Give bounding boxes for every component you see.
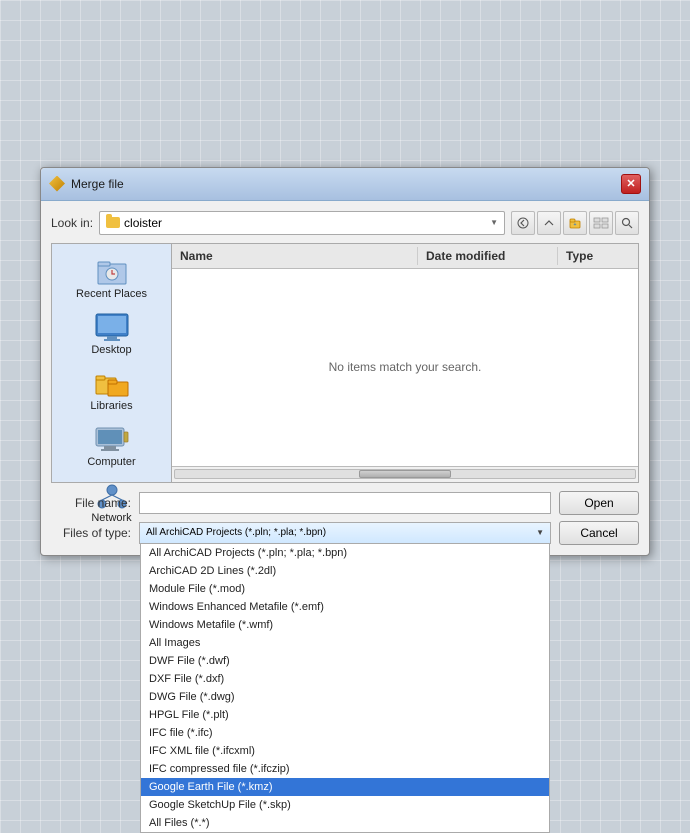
bottom-row: File name: Open Files of type: All Archi…	[51, 491, 639, 545]
file-panel: Name Date modified Type No items match y…	[172, 244, 638, 482]
svg-text:+: +	[574, 222, 577, 228]
sidebar-label-recent: Recent Places	[76, 288, 147, 300]
dropdown-option-3[interactable]: Windows Enhanced Metafile (*.emf)	[141, 598, 549, 616]
file-content-empty: No items match your search.	[172, 269, 638, 466]
scrollbar-track[interactable]	[174, 469, 636, 479]
file-name-row: File name: Open	[51, 491, 639, 515]
close-button[interactable]: ✕	[621, 174, 641, 194]
dropdown-option-7[interactable]: DXF File (*.dxf)	[141, 670, 549, 688]
look-in-dropdown[interactable]: cloister ▼	[99, 211, 505, 235]
dropdown-option-8[interactable]: DWG File (*.dwg)	[141, 688, 549, 706]
dropdown-option-6[interactable]: DWF File (*.dwf)	[141, 652, 549, 670]
empty-message: No items match your search.	[329, 360, 482, 374]
look-in-label: Look in:	[51, 216, 93, 230]
file-header: Name Date modified Type	[172, 244, 638, 269]
files-of-type-row: Files of type: All ArchiCAD Projects (*.…	[51, 521, 639, 545]
dropdown-option-14[interactable]: Google SketchUp File (*.skp)	[141, 796, 549, 814]
dialog-body: Look in: cloister ▼ +	[41, 201, 649, 555]
dropdown-option-0[interactable]: All ArchiCAD Projects (*.pln; *.pla; *.b…	[141, 544, 549, 562]
look-in-value: cloister	[124, 216, 486, 230]
desktop-icon	[94, 312, 130, 342]
files-of-type-value: All ArchiCAD Projects (*.pln; *.pla; *.b…	[146, 527, 326, 538]
file-name-label: File name:	[51, 496, 131, 510]
dialog-title: Merge file	[71, 177, 124, 191]
sidebar-item-libraries[interactable]: Libraries	[56, 364, 167, 416]
sidebar-item-recent-places[interactable]: Recent Places	[56, 252, 167, 304]
dropdown-option-1[interactable]: ArchiCAD 2D Lines (*.2dl)	[141, 562, 549, 580]
file-name-input[interactable]	[139, 492, 551, 514]
dropdown-option-10[interactable]: IFC file (*.ifc)	[141, 724, 549, 742]
open-button[interactable]: Open	[559, 491, 639, 515]
sidebar: Recent Places Desktop	[52, 244, 172, 482]
dropdown-option-2[interactable]: Module File (*.mod)	[141, 580, 549, 598]
chevron-down-icon: ▼	[536, 528, 544, 537]
look-in-row: Look in: cloister ▼ +	[51, 211, 639, 235]
files-of-type-menu: All ArchiCAD Projects (*.pln; *.pla; *.b…	[140, 543, 550, 833]
search-button[interactable]	[615, 211, 639, 235]
sidebar-label-computer: Computer	[87, 456, 135, 468]
scrollbar-area[interactable]	[172, 466, 638, 482]
col-type-header: Type	[558, 247, 638, 265]
sidebar-label-libraries: Libraries	[90, 400, 132, 412]
main-area: Recent Places Desktop	[51, 243, 639, 483]
cancel-button[interactable]: Cancel	[559, 521, 639, 545]
new-folder-button[interactable]: +	[563, 211, 587, 235]
col-date-header: Date modified	[418, 247, 558, 265]
dropdown-option-4[interactable]: Windows Metafile (*.wmf)	[141, 616, 549, 634]
dialog-icon	[49, 176, 65, 192]
recent-places-icon	[94, 256, 130, 286]
view-button[interactable]	[589, 211, 613, 235]
dropdown-option-11[interactable]: IFC XML file (*.ifcxml)	[141, 742, 549, 760]
files-of-type-label: Files of type:	[51, 526, 131, 540]
dropdown-option-15[interactable]: All Files (*.*)	[141, 814, 549, 832]
dropdown-option-13[interactable]: Google Earth File (*.kmz)	[141, 778, 549, 796]
sidebar-item-computer[interactable]: Computer	[56, 420, 167, 472]
scrollbar-thumb[interactable]	[359, 470, 451, 478]
folder-icon	[106, 217, 120, 228]
dropdown-option-9[interactable]: HPGL File (*.plt)	[141, 706, 549, 724]
sidebar-label-desktop: Desktop	[91, 344, 131, 356]
up-button[interactable]	[537, 211, 561, 235]
back-button[interactable]	[511, 211, 535, 235]
merge-file-dialog: Merge file ✕ Look in: cloister ▼ +	[40, 167, 650, 556]
files-of-type-dropdown[interactable]: All ArchiCAD Projects (*.pln; *.pla; *.b…	[139, 522, 551, 544]
toolbar-buttons: +	[511, 211, 639, 235]
dropdown-option-5[interactable]: All Images	[141, 634, 549, 652]
col-name-header: Name	[172, 247, 418, 265]
dropdown-option-12[interactable]: IFC compressed file (*.ifczip)	[141, 760, 549, 778]
chevron-down-icon: ▼	[490, 218, 498, 227]
libraries-icon	[94, 368, 130, 398]
computer-icon	[94, 424, 130, 454]
form-section: File name: Open Files of type: All Archi…	[51, 491, 639, 545]
title-bar: Merge file ✕	[41, 168, 649, 201]
sidebar-item-desktop[interactable]: Desktop	[56, 308, 167, 360]
title-bar-left: Merge file	[49, 176, 124, 192]
